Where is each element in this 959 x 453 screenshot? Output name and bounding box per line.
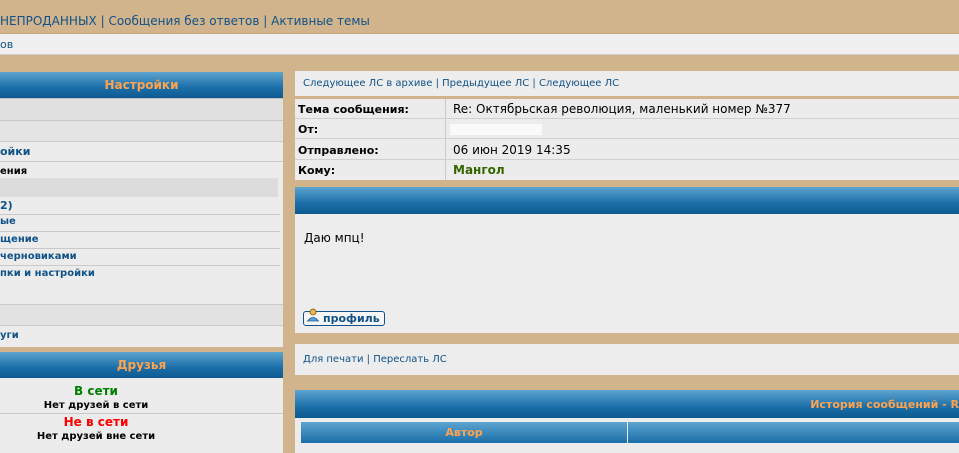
online-label: В сети — [74, 384, 118, 398]
settings-item[interactable]: черновиками — [0, 251, 283, 262]
profile-button-label: профиль — [323, 312, 380, 325]
user-icon — [306, 308, 320, 322]
message-navigation: Следующее ЛС в архиве | Предыдущее ЛС | … — [295, 71, 959, 96]
separator: | — [366, 354, 371, 365]
active-topics-link[interactable]: Активные темы — [271, 14, 370, 28]
unanswered-posts-link[interactable]: Сообщения без ответов — [108, 14, 259, 28]
unsold-link[interactable]: НЕПРОДАННЫХ — [0, 14, 97, 28]
separator: | — [435, 78, 439, 89]
message-text: Даю мпц! — [304, 231, 365, 245]
sent-row: Отправлено: 06 июн 2019 14:35 — [295, 140, 959, 160]
no-friends-online: Нет друзей в сети — [43, 400, 149, 411]
recipient-link[interactable]: Мангол — [453, 163, 505, 177]
redacted-sender — [450, 124, 542, 135]
subject-label: Тема сообщения: — [298, 103, 409, 116]
message-body: Даю мпц! профиль — [295, 214, 959, 333]
message-info-table: Тема сообщения: Re: Октябрьская революци… — [295, 99, 959, 180]
friends-panel: Друзья В сети Нет друзей в сети Не в сет… — [0, 352, 283, 453]
history-title: История сообщений - R — [810, 398, 959, 411]
to-row: Кому: Мангол — [295, 160, 959, 180]
next-archive-link[interactable]: Следующее ЛС в архиве — [303, 78, 432, 89]
settings-panel-title: Настройки — [0, 72, 283, 98]
separator: | — [263, 14, 268, 28]
settings-item[interactable]: щение — [0, 234, 283, 245]
settings-item[interactable]: ения — [0, 166, 283, 177]
subject-row: Тема сообщения: Re: Октябрьская революци… — [295, 99, 959, 119]
settings-item[interactable]: ойки — [0, 145, 283, 158]
next-message-link[interactable]: Следующее ЛС — [539, 78, 619, 89]
sent-label: Отправлено: — [298, 144, 379, 157]
forward-link[interactable]: Переслать ЛС — [373, 354, 447, 365]
settings-item[interactable]: уги — [0, 330, 283, 341]
message-header-bar — [295, 187, 959, 214]
previous-message-link[interactable]: Предыдущее ЛС — [442, 78, 529, 89]
history-header: История сообщений - R — [295, 390, 959, 418]
subject-value: Re: Октябрьская революция, маленький ном… — [453, 102, 791, 116]
settings-item[interactable]: пки и настройки — [0, 268, 283, 279]
top-links: НЕПРОДАННЫХ | Сообщения без ответов | Ак… — [0, 14, 370, 28]
from-label: От: — [298, 123, 319, 136]
separator: | — [532, 78, 536, 89]
message-column-header — [628, 422, 959, 443]
breadcrumb-link[interactable]: ов — [0, 38, 13, 51]
from-row: От: — [295, 119, 959, 139]
top-navigation-bar: НЕПРОДАННЫХ | Сообщения без ответов | Ак… — [0, 0, 959, 34]
friends-panel-title: Друзья — [0, 352, 283, 378]
message-history: История сообщений - R Автор — [295, 390, 959, 453]
profile-button[interactable]: профиль — [303, 308, 385, 326]
separator: | — [100, 14, 105, 28]
to-label: Кому: — [298, 164, 336, 177]
breadcrumb: ов — [0, 34, 959, 55]
settings-item[interactable]: ые — [0, 216, 283, 227]
message-actions: Для печати | Переслать ЛС — [295, 344, 959, 375]
sent-value: 06 июн 2019 14:35 — [453, 143, 571, 157]
print-link[interactable]: Для печати — [303, 354, 363, 365]
settings-item[interactable]: 2) — [0, 199, 283, 212]
no-friends-offline: Нет друзей вне сети — [36, 431, 156, 442]
offline-label: Не в сети — [63, 415, 129, 429]
author-column-header: Автор — [301, 422, 627, 443]
settings-panel: Настройки ойки ения 2) ые щение черновик… — [0, 72, 283, 347]
